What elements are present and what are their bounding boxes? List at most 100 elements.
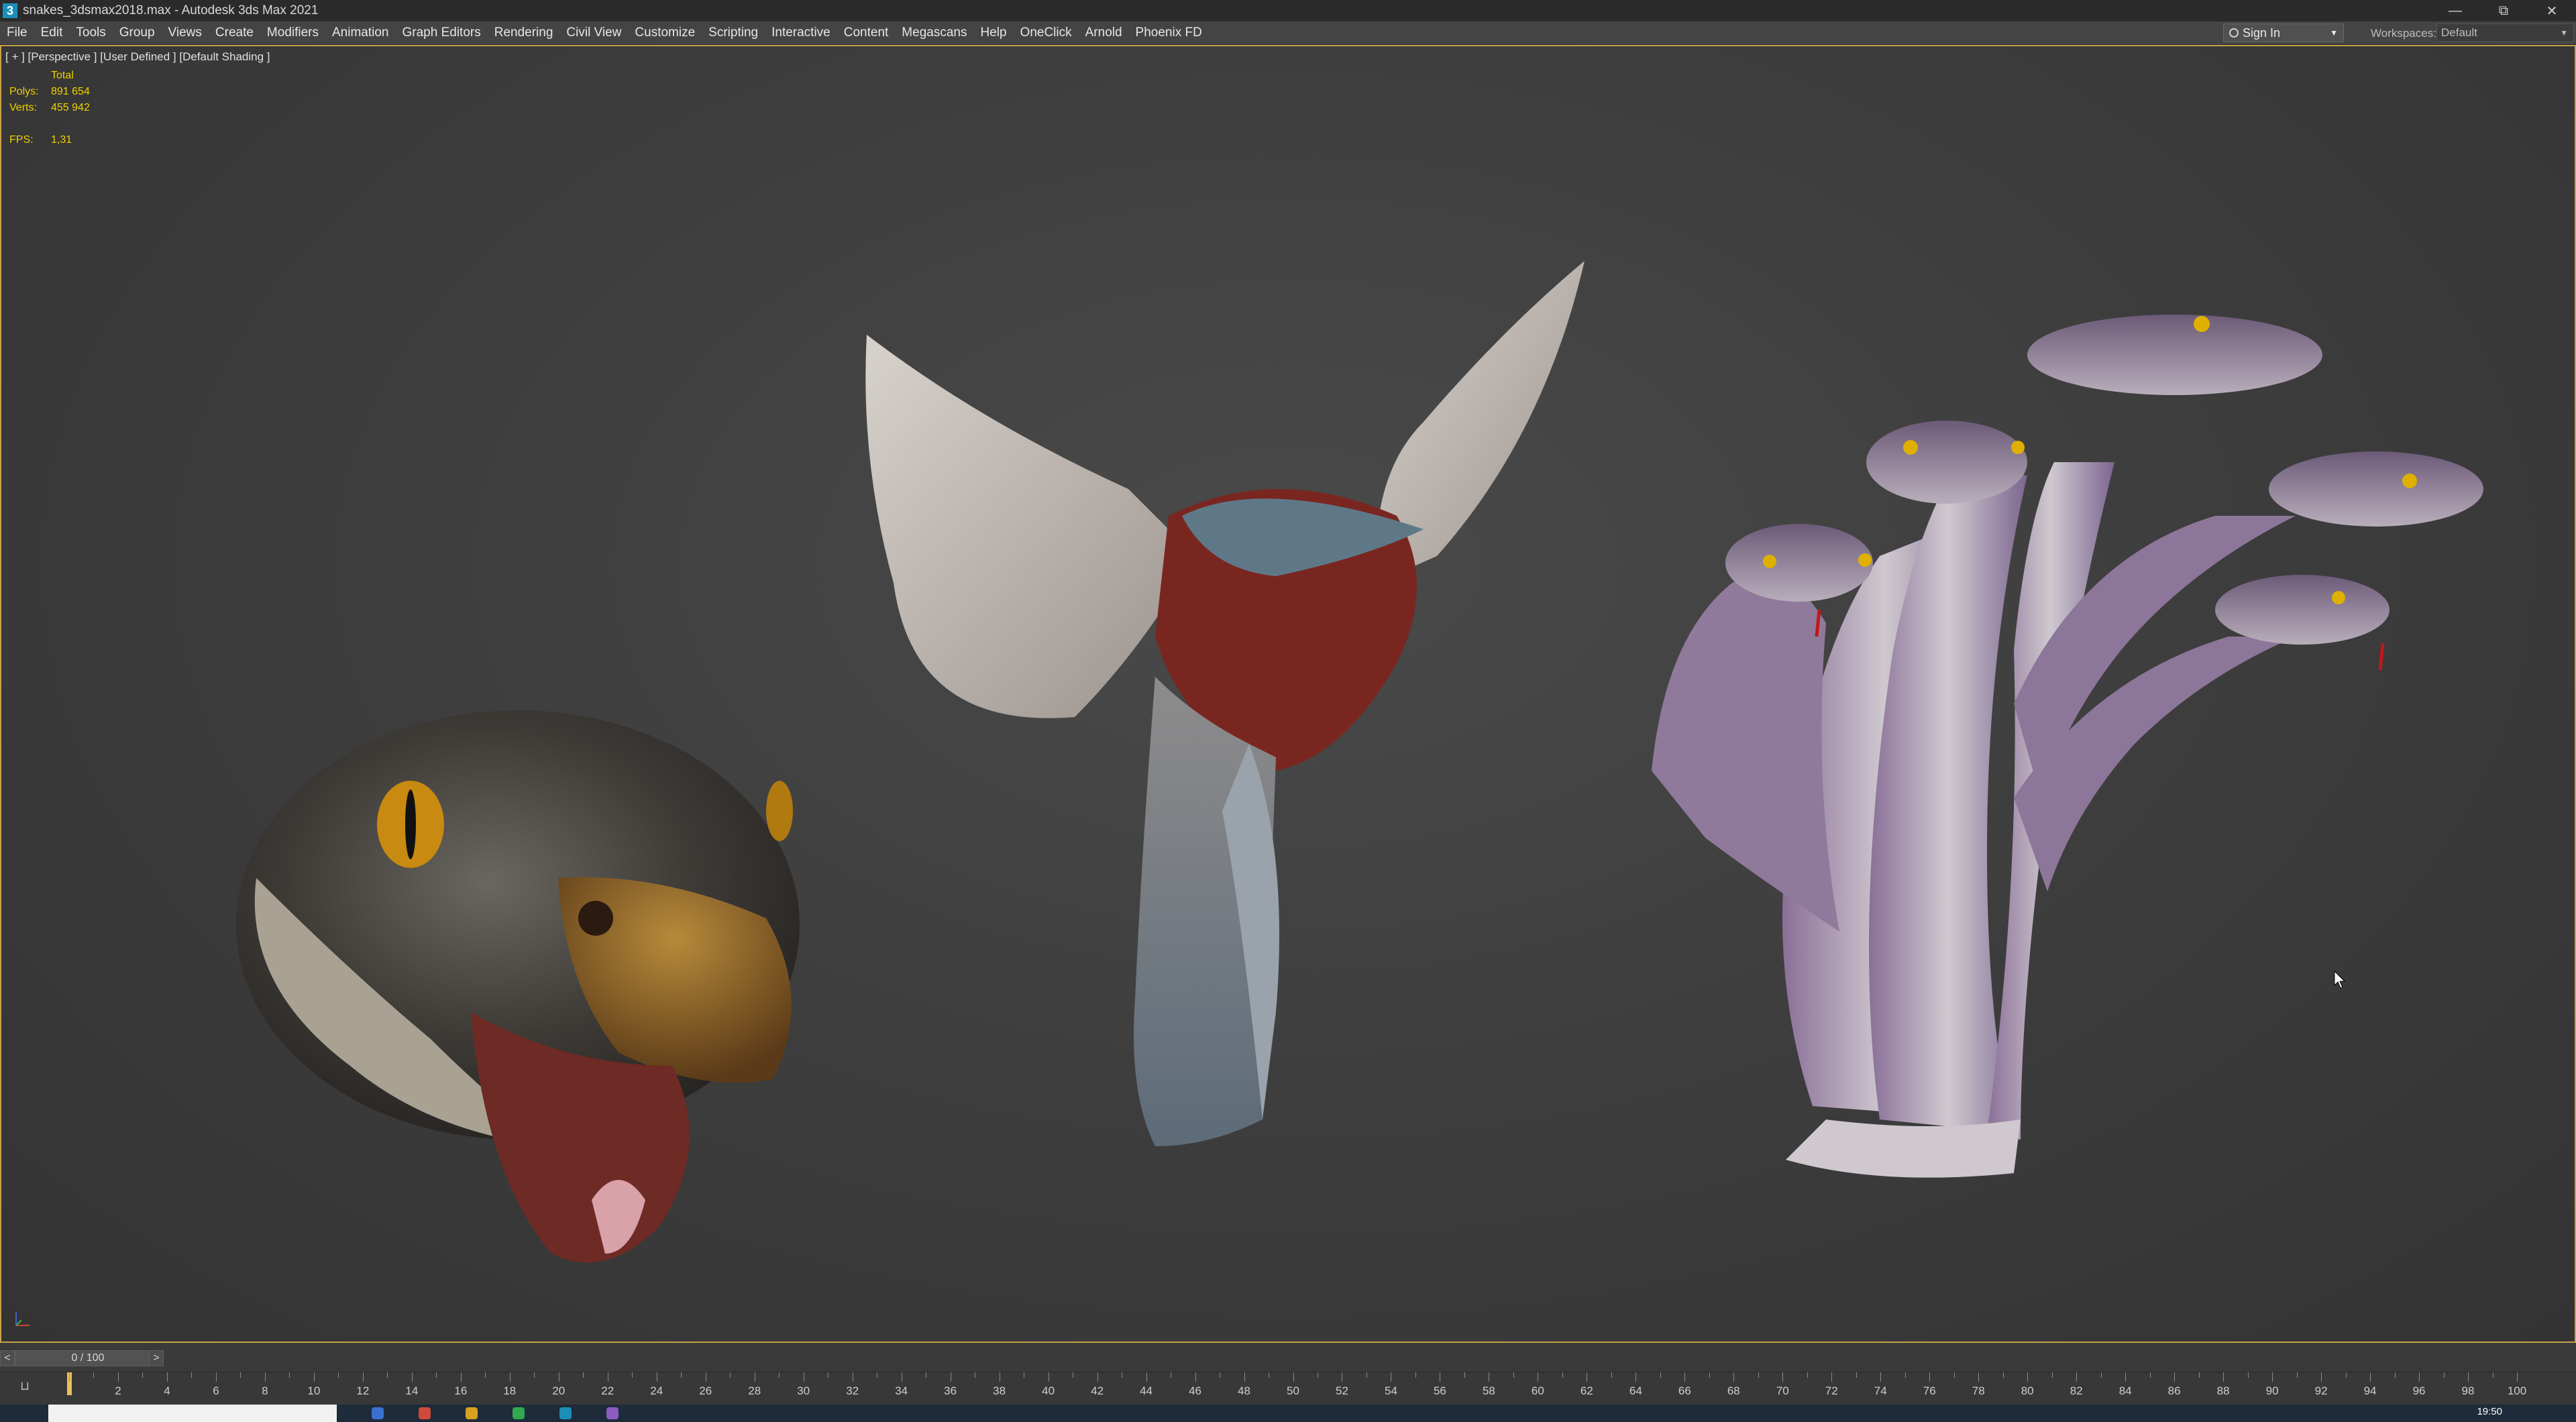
app-icon[interactable]: 3	[3, 3, 17, 18]
menu-edit[interactable]: Edit	[34, 21, 70, 44]
taskbar-search[interactable]	[48, 1405, 337, 1422]
menu-tools[interactable]: Tools	[69, 21, 112, 44]
menu-interactive[interactable]: Interactive	[765, 21, 837, 44]
trackbar-tick	[264, 1372, 266, 1382]
python-head-model[interactable]	[236, 710, 800, 1263]
trackbar-tick	[1904, 1372, 1906, 1378]
trackbar-tick	[2394, 1372, 2396, 1378]
trackbar-tick	[1415, 1372, 1416, 1378]
trackbar-tick	[2002, 1372, 2004, 1378]
menu-file[interactable]: File	[0, 21, 34, 44]
minimize-button[interactable]: —	[2431, 0, 2479, 21]
trackbar-tick-label: 78	[1972, 1384, 1985, 1397]
trackbar-tick	[2174, 1372, 2176, 1382]
trackbar-tick	[69, 1372, 70, 1382]
close-button[interactable]: ✕	[2528, 0, 2576, 21]
trackbar-tick	[2198, 1372, 2200, 1378]
trackbar-tick	[1635, 1372, 1637, 1382]
trackbar-tick	[2468, 1372, 2469, 1382]
trackbar-tick	[1146, 1372, 1147, 1382]
menu-help[interactable]: Help	[973, 21, 1013, 44]
menu-create[interactable]: Create	[209, 21, 260, 44]
user-icon	[2229, 28, 2239, 38]
workspaces-select[interactable]: Default ▼	[2436, 23, 2574, 42]
trackbar-tick-label: 2	[115, 1384, 121, 1397]
trackbar-tick-label: 86	[2167, 1384, 2181, 1397]
curve-editor-icon[interactable]: ⊔	[20, 1379, 30, 1393]
trackbar-tick	[2517, 1372, 2518, 1382]
trackbar-tick	[387, 1372, 388, 1378]
menu-phoenix-fd[interactable]: Phoenix FD	[1129, 21, 1209, 44]
trackbar-tick	[338, 1372, 339, 1378]
trackbar-tick	[2100, 1372, 2102, 1378]
cobra-hydra-model[interactable]	[1652, 315, 2483, 1178]
trackbar-tick	[779, 1372, 780, 1378]
sign-in-button[interactable]: Sign In ▼	[2223, 23, 2344, 42]
menu-scripting[interactable]: Scripting	[702, 21, 765, 44]
menu-bar: File Edit Tools Group Views Create Modifiers An…	[0, 21, 2576, 45]
trackbar-tick-label: 38	[993, 1384, 1006, 1397]
trackbar-tick-label: 80	[2021, 1384, 2034, 1397]
menu-modifiers[interactable]: Modifiers	[260, 21, 325, 44]
menu-oneclick[interactable]: OneClick	[1014, 21, 1079, 44]
trackbar-tick	[2321, 1372, 2322, 1382]
menu-group[interactable]: Group	[113, 21, 162, 44]
trackbar-tick-label: 60	[1531, 1384, 1544, 1397]
trackbar-tick-label: 72	[1825, 1384, 1838, 1397]
menu-arnold[interactable]: Arnold	[1079, 21, 1129, 44]
time-slider-prev-button[interactable]: <	[0, 1350, 15, 1366]
taskbar-app-icon[interactable]	[419, 1407, 431, 1419]
trackbar-tick	[632, 1372, 633, 1378]
perspective-viewport[interactable]: [ + ] [Perspective ] [User Defined ] [De…	[0, 45, 2576, 1343]
time-slider-next-button[interactable]: >	[149, 1350, 164, 1366]
menu-animation[interactable]: Animation	[325, 21, 396, 44]
trackbar-tick	[2296, 1372, 2298, 1378]
chevron-down-icon: ▼	[2560, 28, 2568, 38]
trackbar-tick	[2419, 1372, 2420, 1382]
menu-megascans[interactable]: Megascans	[895, 21, 973, 44]
trackbar-tick	[2272, 1372, 2273, 1382]
trackbar-tick	[1807, 1372, 1808, 1378]
trackbar-tick-label: 88	[2216, 1384, 2230, 1397]
menu-views[interactable]: Views	[162, 21, 209, 44]
trackbar-tick	[1562, 1372, 1563, 1378]
trackbar-tick	[1953, 1372, 1955, 1378]
taskbar-app-icon[interactable]	[372, 1407, 384, 1419]
trackbar-tick-label: 10	[307, 1384, 321, 1397]
menu-customize[interactable]: Customize	[628, 21, 702, 44]
trackbar-tick-label: 50	[1287, 1384, 1299, 1397]
trackbar-tick	[289, 1372, 290, 1378]
trackbar-tick-label: 82	[2070, 1384, 2083, 1397]
trackbar-tick	[2443, 1372, 2445, 1378]
menu-rendering[interactable]: Rendering	[488, 21, 560, 44]
trackbar-tick-label: 28	[748, 1384, 761, 1397]
taskbar-app-icon[interactable]	[513, 1407, 525, 1419]
trackbar-tick	[1366, 1372, 1367, 1378]
winged-creature-model[interactable]	[865, 261, 1585, 1146]
trackbar-tick-label: 44	[1140, 1384, 1153, 1397]
time-slider[interactable]: 0 / 100	[15, 1350, 161, 1366]
menu-civil-view[interactable]: Civil View	[559, 21, 628, 44]
taskbar-app-icon[interactable]	[466, 1407, 478, 1419]
trackbar-tick	[166, 1372, 168, 1382]
trackbar-tick-label: 66	[1678, 1384, 1691, 1397]
menu-content[interactable]: Content	[837, 21, 896, 44]
trackbar-tick	[2051, 1372, 2053, 1378]
taskbar-app-icon[interactable]	[559, 1407, 572, 1419]
trackbar-tick-label: 64	[1629, 1384, 1642, 1397]
trackbar-tick-label: 12	[356, 1384, 370, 1397]
track-bar[interactable]: ⊔ 2 4 6 8 10 12 14 16 18 20 22 24 26 28 30 32 34 36 38 40 42…	[0, 1372, 2576, 1405]
trackbar-tick-label: 24	[650, 1384, 663, 1397]
trackbar-tick	[509, 1372, 511, 1382]
trackbar-tick-label: 18	[503, 1384, 517, 1397]
trackbar-tick-label: 8	[262, 1384, 268, 1397]
window-controls: — ⧉ ✕	[2431, 0, 2576, 21]
restore-button[interactable]: ⧉	[2479, 0, 2528, 21]
time-slider-bar: < 0 / 100 >	[0, 1345, 2576, 1372]
trackbar-tick	[1978, 1372, 1980, 1382]
trackbar-tick-label: 40	[1042, 1384, 1055, 1397]
taskbar-app-icon[interactable]	[606, 1407, 619, 1419]
trackbar-tick	[1195, 1372, 1196, 1382]
trackbar-tick	[215, 1372, 217, 1382]
menu-graph-editors[interactable]: Graph Editors	[396, 21, 488, 44]
